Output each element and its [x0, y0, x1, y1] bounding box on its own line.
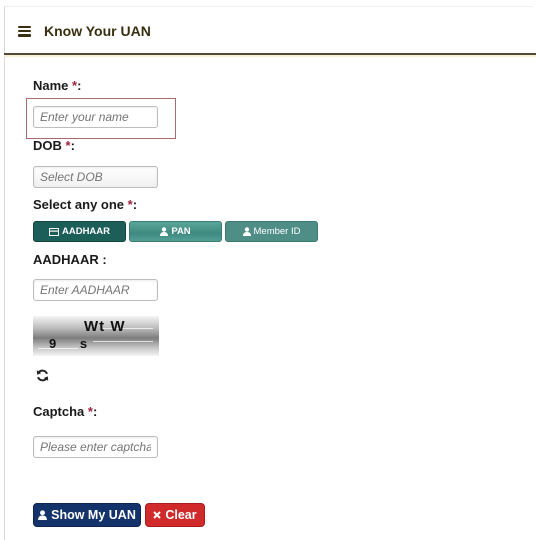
dob-input[interactable] [33, 166, 158, 188]
aadhaar-input[interactable] [33, 279, 158, 301]
captcha-label: Captcha *: [33, 404, 98, 419]
close-icon [153, 511, 162, 519]
toggle-aadhaar[interactable]: AADHAAR [33, 221, 126, 242]
page-title: Know Your UAN [44, 23, 151, 39]
name-input[interactable] [33, 106, 158, 128]
hamburger-icon[interactable] [18, 25, 31, 37]
clear-button[interactable]: Clear [145, 503, 205, 527]
page-frame [4, 6, 533, 540]
name-label: Name *: [33, 78, 82, 93]
user-icon [38, 510, 48, 520]
user-icon [160, 227, 169, 236]
user-icon [242, 227, 251, 236]
dob-label: DOB *: [33, 138, 75, 153]
refresh-captcha-icon[interactable] [36, 369, 49, 382]
aadhaar-label: AADHAAR : [33, 252, 107, 267]
show-my-uan-button[interactable]: Show My UAN [33, 503, 141, 527]
toggle-member-id[interactable]: Member ID [225, 221, 318, 242]
id-type-toggle-group: AADHAAR PAN Member ID [33, 221, 318, 242]
page-header: Know Your UAN [4, 10, 536, 52]
captcha-input[interactable] [33, 436, 158, 458]
toggle-pan[interactable]: PAN [129, 221, 222, 242]
id-card-icon [48, 227, 59, 236]
captcha-image: Wt W 9 s [33, 316, 159, 356]
header-divider-accent [4, 55, 536, 57]
select-one-label: Select any one *: [33, 197, 138, 212]
